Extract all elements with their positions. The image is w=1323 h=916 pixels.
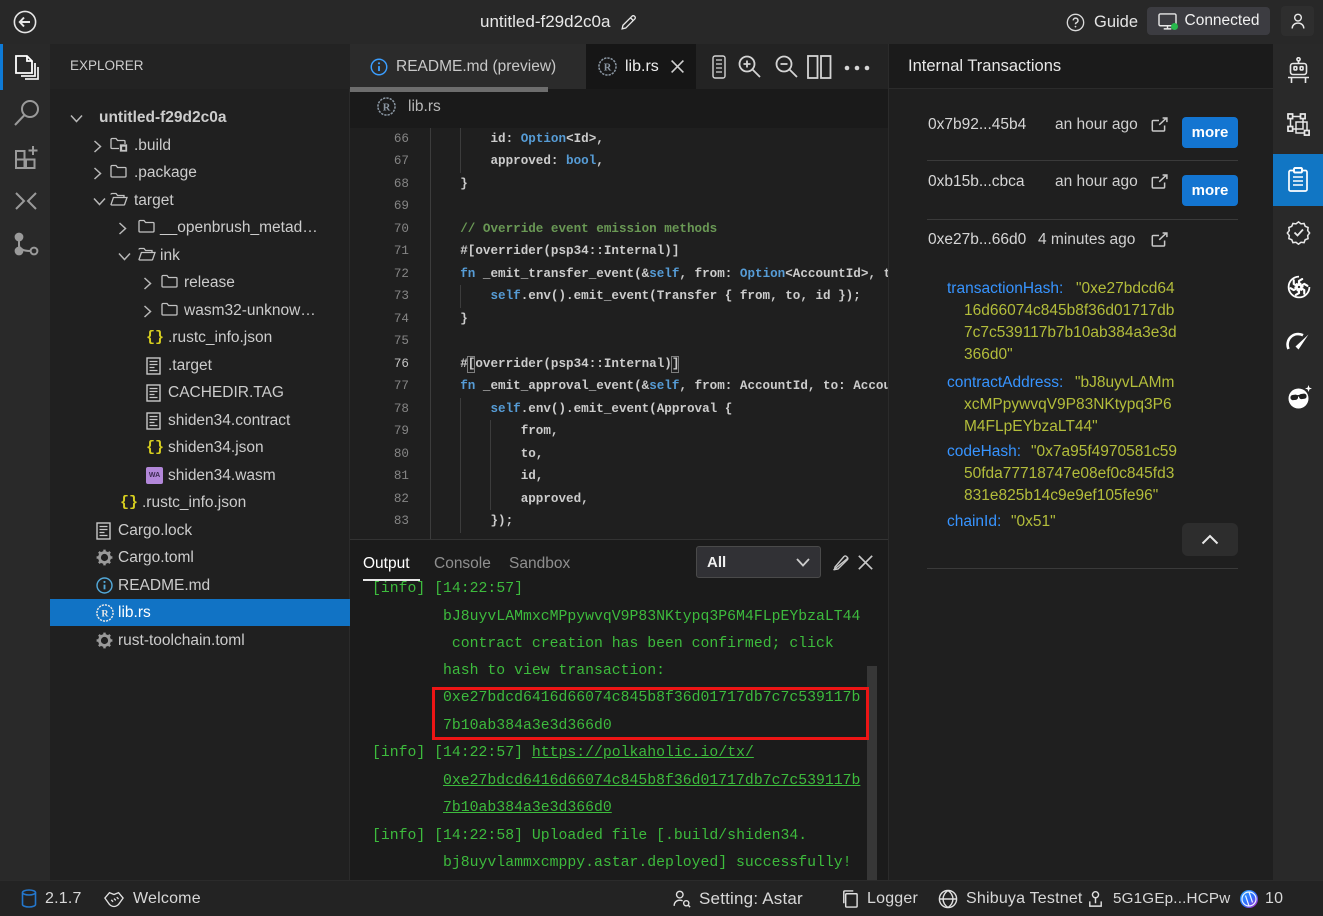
svg-text:R: R (383, 102, 391, 113)
svg-text:R: R (604, 62, 612, 73)
svg-text:R: R (101, 609, 109, 620)
